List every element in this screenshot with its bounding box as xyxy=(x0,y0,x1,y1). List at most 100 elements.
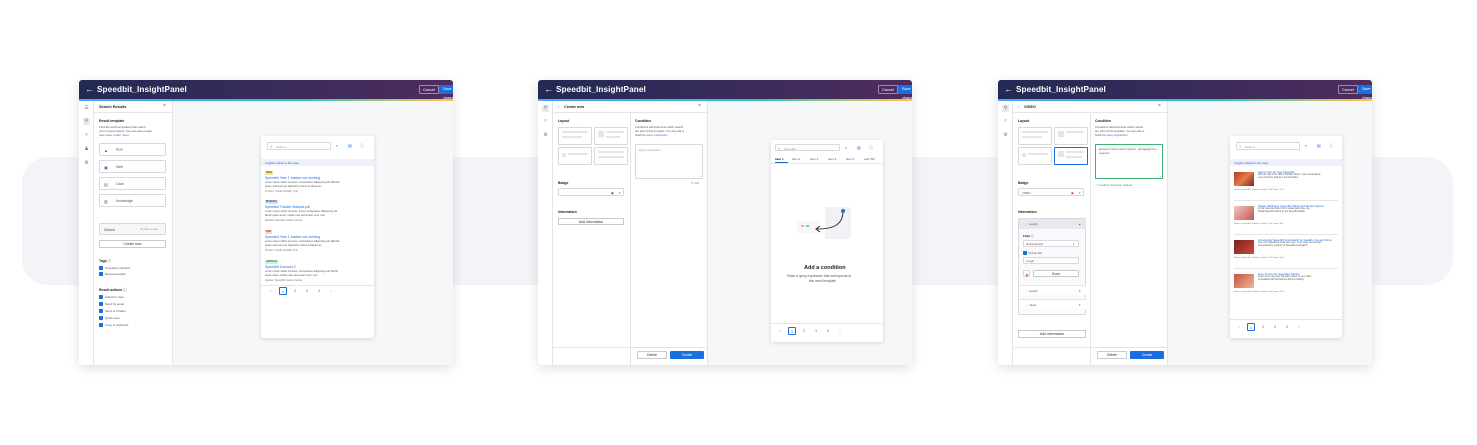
query-expression-link[interactable]: query expression xyxy=(1106,133,1127,137)
save-changes-button[interactable]: Save changes xyxy=(439,85,453,100)
create-button[interactable]: Create xyxy=(670,351,704,359)
done-button[interactable]: Done xyxy=(1033,270,1079,277)
page-2[interactable]: 2 xyxy=(1259,323,1267,331)
filter-icon[interactable]: ▿ xyxy=(542,118,549,125)
video-result[interactable]: How To Use the Speedbit Tracker Learn ho… xyxy=(1234,272,1338,304)
back-arrow-icon[interactable]: ← xyxy=(85,84,94,94)
info-row-expanded[interactable]: ⋮ Length ▴ xyxy=(1019,219,1086,229)
layout-option-3[interactable] xyxy=(1018,147,1052,165)
page-3[interactable]: 3 xyxy=(303,287,311,295)
create-button[interactable]: Create xyxy=(1130,351,1164,359)
info-icon[interactable]: ⓘ xyxy=(869,145,873,150)
back-icon[interactable]: ‹ xyxy=(558,105,559,109)
checkbox[interactable] xyxy=(99,323,103,327)
info-icon[interactable]: ⓘ xyxy=(360,143,364,148)
settings-icon[interactable]: ▤ xyxy=(348,143,352,148)
drag-handle-icon[interactable]: ⋮ xyxy=(1025,303,1028,307)
video-thumbnail[interactable] xyxy=(1234,274,1254,288)
gear-icon[interactable]: ⚙ xyxy=(542,132,549,139)
next-page-icon[interactable]: › xyxy=(836,327,844,335)
save-changes-button[interactable]: Save changes xyxy=(898,85,912,100)
add-information-button[interactable]: Add information xyxy=(558,218,624,225)
badge-select[interactable]: ▣ ▾ xyxy=(558,188,624,196)
search-input[interactable]: ⚲ Speedbit xyxy=(775,144,840,151)
layout-option-4-selected[interactable] xyxy=(1054,147,1088,165)
title-input[interactable]: Length xyxy=(1023,257,1079,264)
prev-page-icon[interactable]: ‹ xyxy=(267,287,275,295)
close-icon[interactable]: × xyxy=(1158,104,1161,109)
result-title[interactable]: Speedbit Tracker Manual.pdf xyxy=(265,205,310,209)
template-item-knowledge[interactable]: ▧ Knowledge xyxy=(99,194,166,207)
page-1[interactable]: 1 xyxy=(788,327,796,335)
checkbox[interactable] xyxy=(99,295,103,299)
filter-icon[interactable]: ▿ xyxy=(83,132,90,139)
video-result[interactable]: Introducing Speedbit Smartwatch for Heal… xyxy=(1234,238,1338,270)
cancel-button[interactable]: Cancel xyxy=(1338,85,1358,94)
prev-page-icon[interactable]: ‹ xyxy=(1235,323,1243,331)
badge-select[interactable]: VIDEO ▣ ▾ xyxy=(1018,188,1084,196)
gear-icon[interactable]: ⚙ xyxy=(83,160,90,167)
video-thumbnail[interactable] xyxy=(1234,172,1254,186)
tab-item-2[interactable]: Item 2 xyxy=(792,157,800,161)
page-2[interactable]: 2 xyxy=(800,327,808,335)
chevron-down-icon[interactable]: ▾ xyxy=(1079,289,1080,293)
delete-info-button[interactable]: ▦ xyxy=(1023,270,1030,277)
info-row[interactable]: ⋮ Length ▾ xyxy=(1019,285,1086,295)
page-3[interactable]: 3 xyxy=(812,327,820,335)
back-arrow-icon[interactable]: ← xyxy=(544,84,553,94)
delete-button[interactable]: Delete xyxy=(1097,351,1127,359)
page-4[interactable]: 4 xyxy=(1283,323,1291,331)
tab-left-tab[interactable]: Left Tab xyxy=(864,157,875,161)
filter-icon[interactable]: ▿ xyxy=(336,143,338,148)
template-item-default[interactable]: Default All other results xyxy=(99,223,166,235)
page-3[interactable]: 3 xyxy=(1271,323,1279,331)
prev-page-icon[interactable]: ‹ xyxy=(776,327,784,335)
layout-option-3[interactable] xyxy=(558,147,592,165)
cancel-button[interactable]: Cancel xyxy=(419,85,439,94)
page-2[interactable]: 2 xyxy=(291,287,299,295)
layout-option-4[interactable] xyxy=(594,147,628,165)
checkbox[interactable] xyxy=(99,302,103,306)
tab-item-4[interactable]: Item 4 xyxy=(828,157,836,161)
layout-option-1[interactable] xyxy=(1018,127,1052,145)
chevron-down-icon[interactable]: ▾ xyxy=(1079,303,1080,307)
info-row[interactable]: ⋮ Views ▾ xyxy=(1019,299,1086,309)
users-icon[interactable]: ♟ xyxy=(83,146,90,153)
gear-icon[interactable]: ⚙ xyxy=(1002,132,1009,139)
video-thumbnail[interactable] xyxy=(1234,240,1254,254)
page-4[interactable]: 4 xyxy=(824,327,832,335)
query-expression-textarea[interactable]: Query expression ↘ xyxy=(635,144,703,179)
search-input[interactable]: ⚲ Search... xyxy=(1236,142,1300,150)
tab-item-5[interactable]: Item 5 xyxy=(846,157,854,161)
search-icon[interactable]: ⚲ xyxy=(542,105,549,112)
next-page-icon[interactable]: › xyxy=(1295,323,1303,331)
search-icon[interactable]: ⚲ xyxy=(1002,105,1009,112)
resize-handle-icon[interactable]: ↘ xyxy=(1159,175,1161,179)
checkbox[interactable] xyxy=(99,272,103,276)
tab-item-1[interactable]: Item 1 xyxy=(775,157,784,161)
chevron-up-icon[interactable]: ▴ xyxy=(1079,222,1080,226)
filter-icon[interactable]: ▿ xyxy=(845,145,847,150)
save-changes-button[interactable]: Save changes xyxy=(1358,85,1372,100)
delete-button[interactable]: Delete xyxy=(637,351,667,359)
template-item-case[interactable]: ▤ Case xyxy=(99,177,166,190)
learn-more-link[interactable]: Learn more xyxy=(114,133,129,137)
checkbox[interactable] xyxy=(99,266,103,270)
close-icon[interactable]: × xyxy=(163,104,166,109)
filter-icon[interactable]: ▿ xyxy=(1305,143,1307,148)
page-1[interactable]: 1 xyxy=(279,287,287,295)
menu-icon[interactable]: ☰ xyxy=(83,105,90,112)
layout-option-2[interactable] xyxy=(1054,127,1088,145)
add-information-button[interactable]: Add information xyxy=(1018,330,1086,338)
result-title[interactable]: Speedbit Year 1 tracker not working xyxy=(265,176,320,180)
search-input[interactable]: ⚲ Search... xyxy=(267,142,331,150)
search-icon[interactable]: ⚲ xyxy=(83,118,90,125)
settings-icon[interactable]: ▤ xyxy=(1317,143,1321,148)
cancel-button[interactable]: Cancel xyxy=(878,85,898,94)
video-thumbnail[interactable] xyxy=(1234,206,1254,220)
video-result[interactable]: Rotate Wallpaper Speedbit Watch and Rota… xyxy=(1234,204,1338,236)
settings-icon[interactable]: ▤ xyxy=(857,145,861,150)
create-new-button[interactable]: Create new xyxy=(99,240,166,248)
video-result[interactable]: How to Set Up Your Speedbit With the hel… xyxy=(1234,170,1338,202)
back-icon[interactable]: ‹ xyxy=(1018,105,1019,109)
